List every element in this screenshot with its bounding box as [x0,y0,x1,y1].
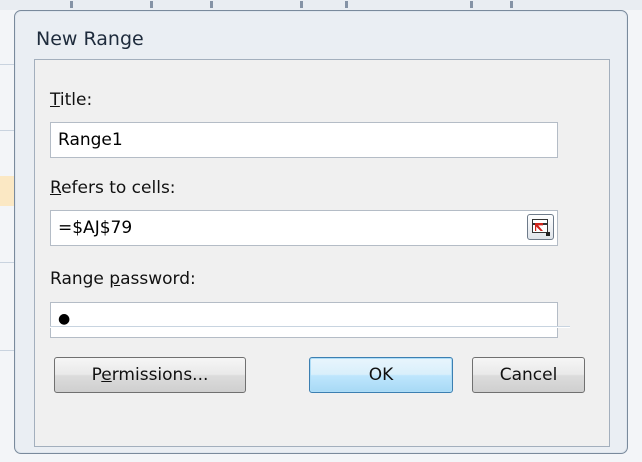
collapse-dialog-icon [532,219,548,233]
cancel-button[interactable]: Cancel [472,357,585,393]
separator [50,326,570,328]
title-field[interactable]: Range1 [50,122,558,158]
password-label: Range password: [50,269,196,289]
title-label: Title: [50,90,93,110]
ok-button[interactable]: OK [309,357,453,393]
refers-to-field-value: =$AJ$79 [58,218,133,238]
spreadsheet-header-strip [0,0,642,10]
password-field-value: ● [58,311,71,327]
collapse-dialog-button[interactable] [527,214,554,240]
title-bar[interactable]: New Range [15,11,627,57]
title-field-value: Range1 [58,130,123,150]
refers-to-label: Refers to cells: [50,178,176,198]
marker-icon [546,232,550,236]
permissions-button[interactable]: Permissions... [54,357,246,393]
refers-to-field[interactable]: =$AJ$79 [50,210,558,246]
dialog-body: Title: Range1 Refers to cells: =$AJ$79 R… [34,59,610,447]
new-range-dialog: New Range Title: Range1 Refers to cells:… [14,10,628,454]
password-field[interactable]: ● [50,302,558,338]
dialog-title: New Range [36,28,144,50]
